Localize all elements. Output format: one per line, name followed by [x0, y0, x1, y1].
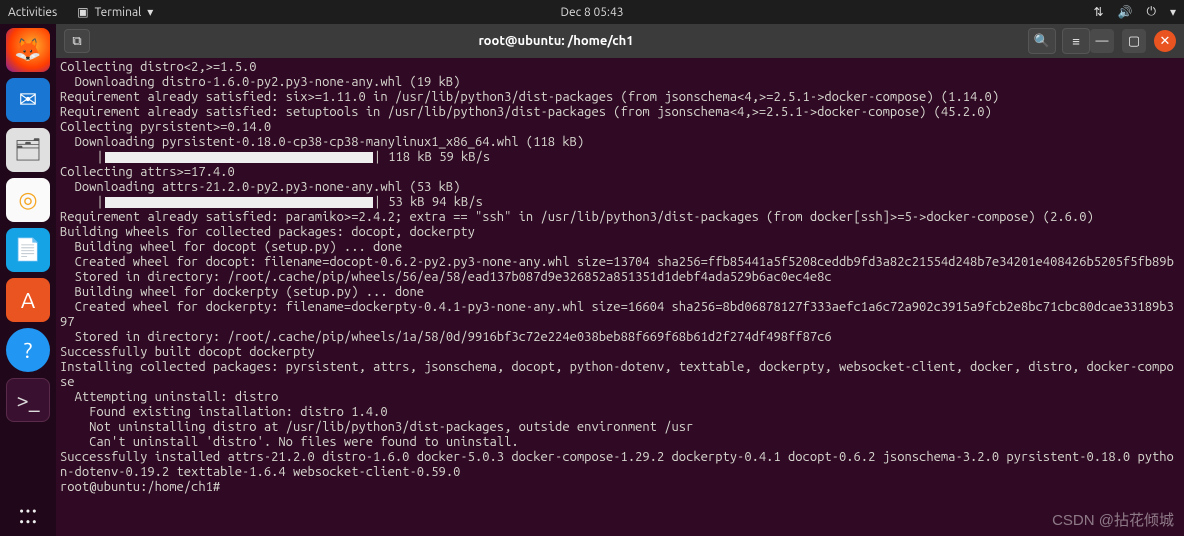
app-menu[interactable]: ▣ Terminal ▾ [77, 5, 153, 19]
terminal-line: Downloading attrs-21.2.0-py2.py3-none-an… [60, 180, 1180, 195]
terminal-line: root@ubuntu:/home/ch1# [60, 480, 1180, 495]
terminal-line: Can't uninstall 'distro'. No files were … [60, 435, 1180, 450]
minimize-button[interactable]: — [1090, 29, 1114, 53]
terminal-line: Created wheel for dockerpty: filename=do… [60, 300, 1180, 330]
dock-thunderbird[interactable]: ✉ [6, 78, 50, 122]
menu-icon: ≡ [1072, 34, 1080, 49]
terminal-icon: ▣ [77, 5, 88, 19]
search-button[interactable]: 🔍 [1028, 28, 1056, 54]
new-tab-icon: ⧉ [72, 34, 81, 49]
new-tab-button[interactable]: ⧉ [64, 29, 90, 53]
sound-icon[interactable]: 🔊 [1118, 5, 1133, 19]
terminal-line: Stored in directory: /root/.cache/pip/wh… [60, 270, 1180, 285]
terminal-line: Requirement already satisfied: paramiko>… [60, 210, 1180, 225]
terminal-line: || 118 kB 59 kB/s [60, 150, 1180, 165]
dock-files[interactable]: 🗂 [6, 128, 50, 172]
dock-help[interactable]: ? [6, 328, 50, 372]
terminal-line: Building wheel for dockerpty (setup.py) … [60, 285, 1180, 300]
dock-terminal[interactable]: >_ [6, 378, 50, 422]
dock-libreoffice-writer[interactable]: 📄 [6, 228, 50, 272]
chevron-down-icon[interactable]: ▾ [1170, 5, 1176, 19]
network-icon[interactable]: ⇅ [1093, 5, 1103, 19]
terminal-line: Attempting uninstall: distro [60, 390, 1180, 405]
terminal-line: Downloading distro-1.6.0-py2.py3-none-an… [60, 75, 1180, 90]
terminal-line: Collecting distro<2,>=1.5.0 [60, 60, 1180, 75]
chevron-down-icon: ▾ [147, 5, 153, 19]
window-titlebar: ⧉ root@ubuntu: /home/ch1 🔍 ≡ — ▢ ✕ [56, 24, 1184, 58]
terminal-line: Building wheels for collected packages: … [60, 225, 1180, 240]
activities-button[interactable]: Activities [8, 6, 57, 19]
terminal-line: Collecting pyrsistent>=0.14.0 [60, 120, 1180, 135]
terminal-line: Not uninstalling distro at /usr/lib/pyth… [60, 420, 1180, 435]
maximize-button[interactable]: ▢ [1122, 29, 1146, 53]
terminal-output[interactable]: Collecting distro<2,>=1.5.0 Downloading … [56, 58, 1184, 536]
dock-firefox[interactable]: 🦊 [6, 28, 50, 72]
gnome-topbar: Activities ▣ Terminal ▾ Dec 8 05:43 ⇅ 🔊 … [0, 0, 1184, 24]
terminal-line: Installing collected packages: pyrsisten… [60, 360, 1180, 390]
close-button[interactable]: ✕ [1154, 30, 1176, 52]
hamburger-menu-button[interactable]: ≡ [1062, 28, 1090, 54]
dock-rhythmbox[interactable]: ◎ [6, 178, 50, 222]
terminal-line: Building wheel for docopt (setup.py) ...… [60, 240, 1180, 255]
dock-ubuntu-software[interactable]: A [6, 278, 50, 322]
terminal-line: Requirement already satisfied: setuptool… [60, 105, 1180, 120]
terminal-line: Requirement already satisfied: six>=1.11… [60, 90, 1180, 105]
terminal-window: ⧉ root@ubuntu: /home/ch1 🔍 ≡ — ▢ ✕ Colle… [56, 24, 1184, 536]
system-tray[interactable]: ⇅ 🔊 ⏻ ▾ [1093, 5, 1176, 19]
terminal-line: Found existing installation: distro 1.4.… [60, 405, 1180, 420]
progress-bar [105, 197, 373, 208]
dock: 🦊 ✉ 🗂 ◎ 📄 A ? >_ ::: [0, 24, 56, 536]
power-icon[interactable]: ⏻ [1146, 5, 1156, 19]
terminal-line: || 53 kB 94 kB/s [60, 195, 1180, 210]
terminal-line: Successfully installed attrs-21.2.0 dist… [60, 450, 1180, 480]
terminal-line: Downloading pyrsistent-0.18.0-cp38-cp38-… [60, 135, 1180, 150]
terminal-line: Successfully built docopt dockerpty [60, 345, 1180, 360]
progress-bar [105, 152, 373, 163]
show-applications-icon[interactable]: ::: [18, 499, 37, 528]
window-title: root@ubuntu: /home/ch1 [90, 34, 1022, 48]
search-icon: 🔍 [1034, 34, 1050, 49]
terminal-line: Collecting attrs>=17.4.0 [60, 165, 1180, 180]
terminal-line: Stored in directory: /root/.cache/pip/wh… [60, 330, 1180, 345]
app-menu-label: Terminal [95, 6, 142, 19]
terminal-line: Created wheel for docopt: filename=docop… [60, 255, 1180, 270]
clock[interactable]: Dec 8 05:43 [561, 6, 624, 19]
